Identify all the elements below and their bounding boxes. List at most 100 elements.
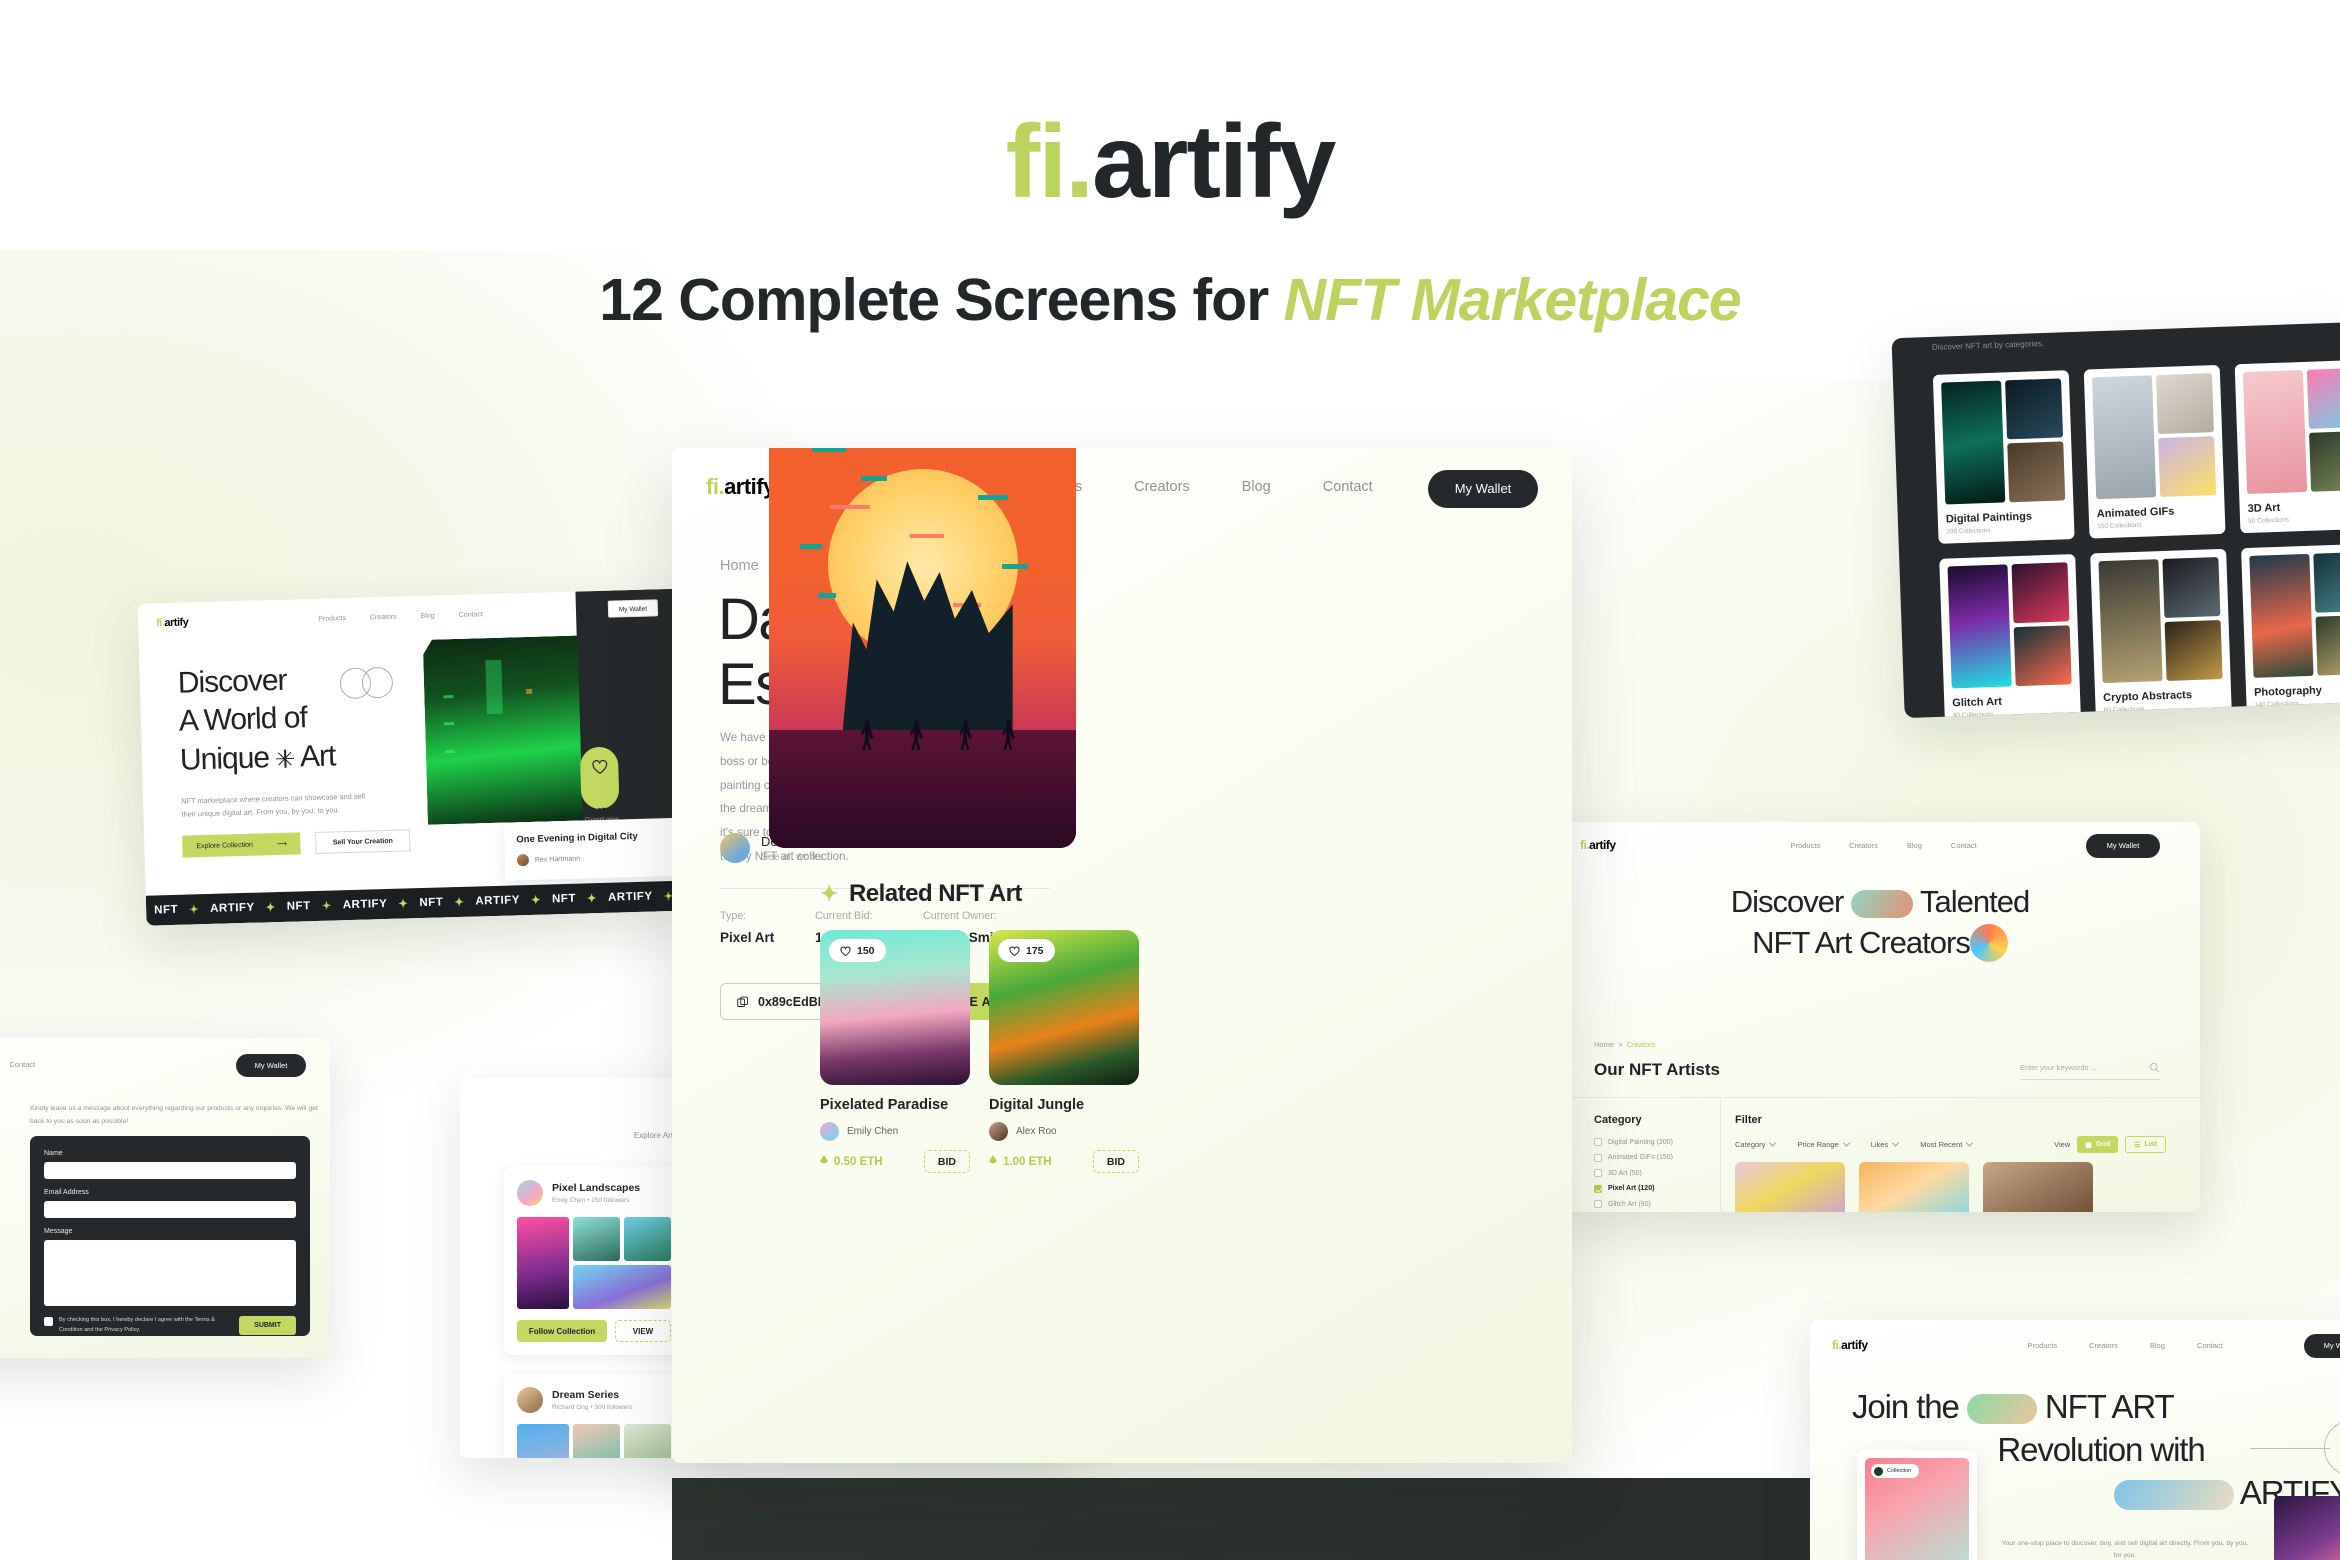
filter-price-dropdown[interactable]: Price Range	[1797, 1139, 1850, 1149]
creators-search[interactable]: Enter your keywords ...	[2020, 1062, 2160, 1080]
breadcrumb-home[interactable]: Home	[720, 558, 759, 574]
screen-join[interactable]: fi.artify Products Creators Blog Contact…	[1810, 1320, 2340, 1560]
hero-nav-products[interactable]: Products	[318, 615, 346, 623]
contact-message-label: Message	[44, 1228, 73, 1235]
category-card[interactable]: Digital Paintings 200 Collections	[1932, 370, 2075, 544]
detail-nav-creators[interactable]: Creators	[1134, 479, 1190, 495]
category-checkbox-row[interactable]: Digital Painting (200)	[1594, 1138, 1674, 1146]
join-nav-products[interactable]: Products	[2028, 1341, 2058, 1350]
join-wallet-button[interactable]: My Wallet	[2304, 1334, 2340, 1358]
contact-wallet-button[interactable]: My Wallet	[236, 1054, 306, 1077]
contact-consent-row[interactable]: By checking this box, I hereby declare I…	[44, 1316, 229, 1335]
filter-category-dropdown[interactable]: Category	[1735, 1139, 1777, 1149]
sell-creation-button[interactable]: Sell Your Creation	[315, 829, 411, 854]
category-thumbs	[1947, 562, 2072, 689]
creators-nav-creators[interactable]: Creators	[1849, 841, 1878, 850]
hero-headline-line3a: Unique	[179, 740, 277, 777]
related-card[interactable]: 175 Digital Jungle Alex Roo 1.00 ETH BID	[989, 930, 1139, 1173]
creator-card[interactable]	[1983, 1162, 2093, 1212]
checkbox[interactable]	[1594, 1200, 1602, 1208]
explore-collection-button[interactable]: Explore Collection ⟶	[182, 832, 302, 858]
detail-nav-blog[interactable]: Blog	[1242, 479, 1271, 495]
follow-collection-button[interactable]: Follow Collection	[517, 1320, 607, 1342]
view-collection-button[interactable]: VIEW	[615, 1320, 671, 1342]
creators-logo[interactable]: fi.artify	[1580, 838, 1616, 852]
poster-stage: fi.artify 12 Complete Screens for NFT Ma…	[0, 0, 2340, 1560]
related-artist-name: Alex Roo	[1016, 1126, 1057, 1137]
creators-breadcrumb-home[interactable]: Home	[1594, 1040, 1614, 1049]
join-featured-card[interactable]: Collection Angel Reborn	[1857, 1450, 1977, 1560]
filter-label: Price Range	[1797, 1140, 1839, 1149]
related-title: Related NFT Art	[848, 880, 1022, 907]
detail-wallet-button[interactable]: My Wallet	[1428, 470, 1538, 508]
related-card[interactable]: 150 Pixelated Paradise Emily Chen 0.50 E…	[820, 930, 970, 1173]
category-checkbox-row[interactable]: Animated GIFs (150)	[1594, 1153, 1674, 1162]
screen-nft-detail[interactable]: fi.artify Products Creators Blog Contact…	[672, 448, 1572, 1463]
creators-nav-blog[interactable]: Blog	[1907, 841, 1922, 850]
contact-email-input[interactable]	[44, 1201, 296, 1218]
screen-creators[interactable]: fi.artify Products Creators Blog Contact…	[1560, 822, 2200, 1212]
category-label: Animated GIFs (150)	[1608, 1154, 1673, 1161]
detail-logo[interactable]: fi.artify	[706, 474, 775, 500]
contact-name-input[interactable]	[44, 1162, 296, 1179]
join-paragraph: Your one-stop place to discover, buy, an…	[2001, 1540, 2249, 1560]
category-card[interactable]: Animated GIFs 150 Collections	[2083, 364, 2226, 539]
collection-card[interactable]: Pixel Landscapes Emily Chen • 150 follow…	[504, 1167, 684, 1355]
view-list-button[interactable]: ☰ List	[2125, 1136, 2166, 1153]
checkbox[interactable]	[1594, 1153, 1602, 1162]
join-nav-blog[interactable]: Blog	[2150, 1341, 2165, 1350]
category-card[interactable]: Photography 140 Collections	[2241, 543, 2340, 718]
contact-message-textarea[interactable]	[44, 1240, 296, 1306]
brand-logo-mark: fi.	[1005, 104, 1094, 220]
join-logo[interactable]: fi.artify	[1832, 1338, 1868, 1352]
creators-nav-products[interactable]: Products	[1791, 841, 1821, 850]
creator-card[interactable]	[1859, 1162, 1969, 1212]
chevron-down-icon	[1966, 1139, 1974, 1147]
checkbox[interactable]	[1594, 1169, 1602, 1177]
detail-nav-contact[interactable]: Contact	[1323, 479, 1373, 495]
checkbox[interactable]	[1594, 1138, 1602, 1146]
hero-nav-creators[interactable]: Creators	[370, 613, 397, 621]
meta-key: Current Owner:	[923, 910, 997, 922]
creators-headline-1a: Discover	[1730, 884, 1851, 919]
brand-logo-text: artify	[1092, 104, 1336, 220]
contact-submit-button[interactable]: SUBMIT	[239, 1316, 296, 1335]
category-card[interactable]: Glitch Art 90 Collections	[1939, 554, 2082, 719]
screen-categories[interactable]: Discover NFT art by categories. Digital …	[1891, 321, 2340, 719]
related-bid-button[interactable]: BID	[923, 1150, 970, 1173]
hero-wallet-button[interactable]: My Wallet	[607, 599, 659, 618]
poster-tagline: 12 Complete Screens for NFT Marketplace	[0, 266, 2340, 334]
hero-logo[interactable]: fi.artify	[156, 616, 189, 629]
related-bid-button[interactable]: BID	[1092, 1150, 1139, 1173]
filter-likes-dropdown[interactable]: Likes	[1871, 1139, 1900, 1149]
contact-nav-contact[interactable]: Contact	[9, 1060, 35, 1069]
related-like-badge[interactable]: 150	[829, 939, 886, 962]
divider	[1560, 1097, 2200, 1098]
creators-wallet-button[interactable]: My Wallet	[2086, 834, 2160, 858]
category-card[interactable]: 3D Art 90 Collections	[2234, 359, 2340, 534]
category-checkbox-row[interactable]: Glitch Art (90)	[1594, 1200, 1674, 1208]
hero-artwork-card[interactable]: One Evening in Digital City Rex Hartmann	[503, 817, 688, 881]
contact-form-footer: By checking this box, I hereby declare I…	[44, 1316, 296, 1335]
hero-like-pill[interactable]: 1,258	[579, 746, 620, 815]
screen-contact[interactable]: Products Creators Blog Contact My Wallet…	[0, 1038, 330, 1358]
creator-card[interactable]	[1735, 1162, 1845, 1212]
hero-nav-contact[interactable]: Contact	[459, 611, 483, 619]
category-checkbox-row-selected[interactable]: Pixel Art (120)	[1594, 1184, 1674, 1193]
ticker-word: NFT	[419, 896, 444, 910]
screen-hero-landing[interactable]: fi.artify Products Creators Blog Contact…	[137, 588, 703, 926]
checkbox-checked[interactable]	[1594, 1184, 1602, 1193]
hero-nav-blog[interactable]: Blog	[421, 612, 435, 619]
consent-checkbox[interactable]	[44, 1317, 53, 1326]
related-like-badge[interactable]: 175	[998, 939, 1055, 962]
detail-artist-link[interactable]: See all works	[761, 851, 841, 863]
thumb	[573, 1217, 620, 1261]
category-checkbox-row[interactable]: 3D Art (50)	[1594, 1169, 1674, 1177]
creators-nav-contact[interactable]: Contact	[1951, 841, 1977, 850]
collection-card[interactable]: Dream Series Richard Ong • 300 followers…	[504, 1374, 684, 1458]
view-grid-button[interactable]: ▦ Grid	[2077, 1136, 2119, 1153]
category-card[interactable]: Crypto Abstracts 60 Collections	[2090, 548, 2232, 719]
filter-sort-dropdown[interactable]: Most Recent	[1920, 1139, 1974, 1149]
join-nav-creators[interactable]: Creators	[2089, 1341, 2118, 1350]
join-nav-contact[interactable]: Contact	[2197, 1341, 2223, 1350]
